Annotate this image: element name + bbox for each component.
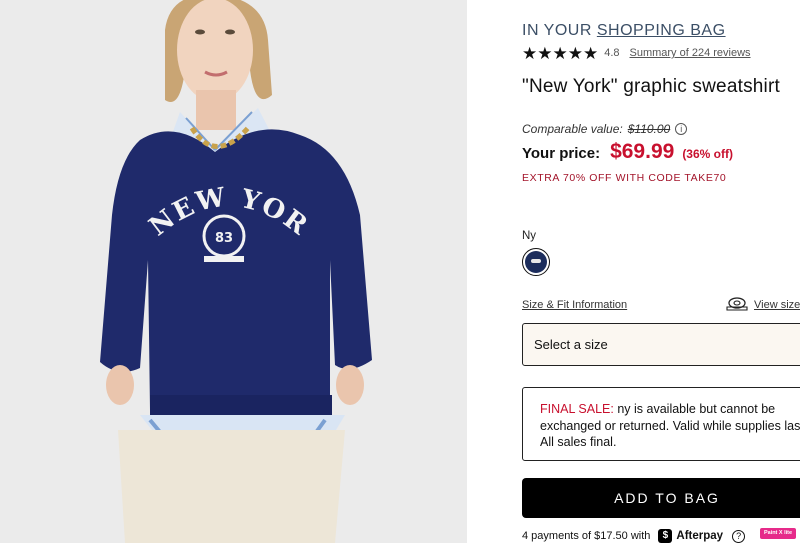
color-swatch-ny[interactable] — [522, 248, 550, 276]
afterpay-row: 4 payments of $17.50 with $ Afterpay ? — [522, 527, 746, 543]
shopping-bag-link[interactable]: SHOPPING BAG — [597, 22, 726, 39]
afterpay-logo: $ Afterpay — [658, 529, 723, 543]
size-links-row: Size & Fit Information View size — [522, 297, 800, 313]
product-photo-illustration: NEW YORK 83 — [0, 0, 467, 543]
star-rating-icon: ★★★★★ — [522, 43, 599, 63]
info-icon[interactable]: i — [675, 123, 688, 135]
promo-code-text: EXTRA 70% OFF WITH CODE TAKE70 — [522, 172, 727, 184]
measuring-tape-icon — [726, 297, 748, 311]
comparable-label: Comparable value: — [522, 122, 623, 136]
afterpay-text: 4 payments of $17.50 with — [522, 530, 651, 542]
comparable-value: Comparable value: $110.00 i — [522, 122, 688, 136]
rating-value: 4.8 — [604, 47, 620, 59]
comparable-price: $110.00 — [627, 122, 671, 136]
help-icon[interactable]: ? — [732, 529, 746, 543]
size-fit-info-link[interactable]: Size & Fit Information — [522, 299, 627, 311]
paint-extension-badge[interactable]: Paint X lite — [760, 528, 796, 539]
discount-percent: (36% off) — [682, 147, 733, 161]
size-select-dropdown[interactable]: Select a size — [522, 323, 800, 366]
selected-color-name: Ny — [522, 230, 537, 242]
afterpay-icon: $ — [658, 529, 673, 543]
your-price-label: Your price: — [522, 145, 601, 162]
product-image[interactable]: NEW YORK 83 — [0, 0, 467, 543]
final-sale-label: FINAL SALE: — [540, 402, 614, 416]
final-sale-notice: FINAL SALE: ny is available but cannot b… — [522, 387, 800, 461]
price-row: Your price: $69.99 (36% off) — [522, 140, 733, 164]
product-title: "New York" graphic sweatshirt — [522, 76, 780, 97]
svg-text:83: 83 — [215, 231, 233, 246]
product-details-panel: IN YOUR SHOPPING BAG ★★★★★ 4.8 Summary o… — [522, 0, 800, 543]
rating-row: ★★★★★ 4.8 Summary of 224 reviews — [522, 44, 751, 62]
swatch-image — [525, 251, 547, 273]
add-to-bag-button[interactable]: ADD TO BAG — [522, 478, 800, 518]
view-size-chart-link[interactable]: View size — [754, 299, 800, 311]
sale-price: $69.99 — [610, 140, 675, 163]
afterpay-brand: Afterpay — [676, 530, 724, 542]
reviews-summary-link[interactable]: Summary of 224 reviews — [630, 47, 751, 59]
in-bag-prefix: IN YOUR — [522, 22, 592, 39]
in-bag-notice: IN YOUR SHOPPING BAG — [522, 22, 726, 40]
